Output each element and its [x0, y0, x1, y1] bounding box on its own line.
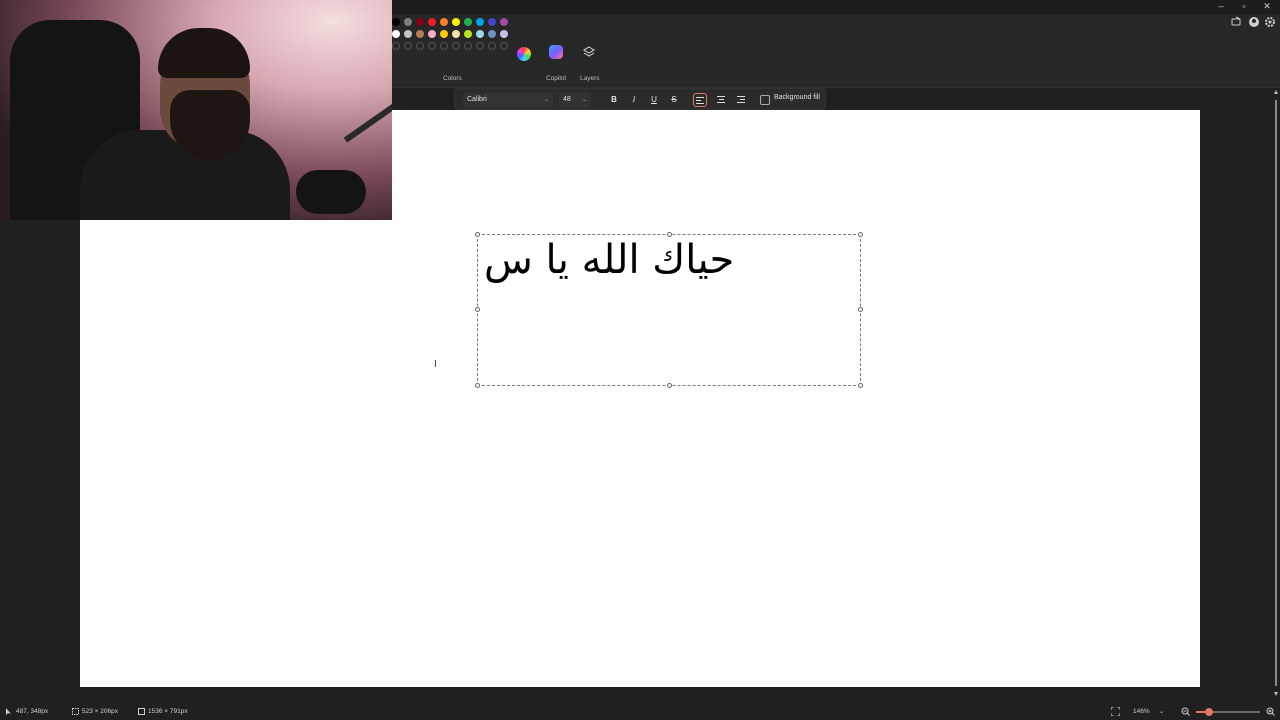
layers-group-label: Layers: [580, 75, 600, 82]
copilot-icon[interactable]: [549, 45, 563, 59]
color-swatch[interactable]: [452, 30, 460, 38]
font-size-select[interactable]: 48 ⌄: [559, 93, 591, 107]
resize-handle-bottom-right[interactable]: [858, 383, 863, 388]
minimize-button[interactable]: –: [1210, 0, 1232, 12]
text-cursor-icon: I: [434, 359, 437, 370]
chevron-down-icon: ⌄: [581, 97, 587, 103]
italic-button[interactable]: I: [627, 93, 641, 107]
color-swatch[interactable]: [488, 30, 496, 38]
resize-handle-bottom-left[interactable]: [475, 383, 480, 388]
color-swatch[interactable]: [392, 18, 400, 26]
background-fill-label: Background fill: [774, 94, 820, 101]
color-swatch[interactable]: [500, 18, 508, 26]
status-bar: 487, 348px 523 × 206px 1536 × 791px 146%…: [0, 702, 1280, 720]
color-swatch[interactable]: [488, 18, 496, 26]
custom-color-slot[interactable]: [428, 42, 436, 50]
zoom-slider[interactable]: [1196, 708, 1260, 716]
webcam-mic-arm: [343, 103, 392, 143]
color-swatch[interactable]: [416, 18, 424, 26]
color-swatch[interactable]: [392, 30, 400, 38]
color-swatch[interactable]: [476, 30, 484, 38]
edit-colors-icon[interactable]: [517, 47, 531, 61]
custom-color-slot[interactable]: [392, 42, 400, 50]
color-swatch[interactable]: [404, 30, 412, 38]
color-swatch[interactable]: [464, 18, 472, 26]
color-swatch[interactable]: [440, 18, 448, 26]
custom-color-slot[interactable]: [476, 42, 484, 50]
maximize-button[interactable]: ▫: [1233, 0, 1255, 12]
custom-color-slot[interactable]: [404, 42, 412, 50]
custom-color-slot[interactable]: [488, 42, 496, 50]
bold-button[interactable]: B: [607, 93, 621, 107]
color-swatch[interactable]: [464, 30, 472, 38]
custom-color-slot[interactable]: [452, 42, 460, 50]
underline-button[interactable]: U: [647, 93, 661, 107]
zoom-in-icon[interactable]: [1266, 707, 1275, 716]
background-fill-checkbox[interactable]: [760, 95, 770, 105]
align-right-icon: [737, 96, 745, 103]
strikethrough-button[interactable]: S: [667, 93, 681, 107]
webcam-microphone: [296, 170, 366, 214]
align-center-button[interactable]: [714, 93, 728, 107]
resize-handle-top[interactable]: [667, 232, 672, 237]
color-swatch[interactable]: [440, 30, 448, 38]
text-box[interactable]: حياك الله يا س: [475, 232, 863, 388]
color-swatch[interactable]: [500, 30, 508, 38]
fit-to-window-icon[interactable]: [1111, 707, 1120, 716]
zoom-level-select[interactable]: 146%: [1133, 708, 1150, 715]
canvas-size: 1536 × 791px: [148, 708, 188, 715]
zoom-out-icon[interactable]: [1181, 707, 1190, 716]
font-family-select[interactable]: Calibri ⌄: [463, 93, 553, 107]
zoom-slider-thumb[interactable]: [1204, 708, 1213, 716]
color-swatch[interactable]: [428, 30, 436, 38]
color-swatch[interactable]: [476, 18, 484, 26]
cursor-position: 487, 348px: [16, 708, 49, 715]
text-box-content[interactable]: حياك الله يا س: [484, 237, 734, 283]
chevron-down-icon: ⌄: [1159, 709, 1165, 715]
selection-icon: [72, 708, 79, 715]
copilot-group-label: Copilot: [546, 75, 567, 82]
chevron-down-icon: ⌄: [543, 97, 549, 103]
layers-icon[interactable]: [582, 45, 596, 59]
align-left-button[interactable]: [693, 93, 707, 107]
resize-handle-left[interactable]: [475, 307, 480, 312]
settings-gear-icon[interactable]: [1264, 16, 1276, 28]
align-center-icon: [717, 96, 725, 103]
color-swatch[interactable]: [416, 30, 424, 38]
font-family-value: Calibri: [467, 96, 487, 103]
resize-handle-top-right[interactable]: [858, 232, 863, 237]
text-format-toolbar: Calibri ⌄ 48 ⌄ B I U S Background fill: [454, 88, 826, 110]
align-right-button[interactable]: [734, 93, 748, 107]
share-icon[interactable]: [1230, 16, 1242, 28]
custom-color-slot[interactable]: [464, 42, 472, 50]
close-button[interactable]: ✕: [1256, 0, 1278, 12]
resize-handle-bottom[interactable]: [667, 383, 672, 388]
font-size-value: 48: [563, 96, 571, 103]
color-swatch[interactable]: [428, 18, 436, 26]
canvas-size-icon: [138, 708, 145, 715]
color-swatch[interactable]: [404, 18, 412, 26]
selection-size: 523 × 206px: [82, 708, 118, 715]
resize-handle-right[interactable]: [858, 307, 863, 312]
pointer-icon: [6, 708, 11, 715]
custom-color-slot[interactable]: [500, 42, 508, 50]
colors-group-label: Colors: [443, 75, 462, 82]
vertical-scrollbar[interactable]: [1272, 88, 1280, 700]
custom-color-slot[interactable]: [440, 42, 448, 50]
paint-app: – ▫ ✕ Colors Copilot Layers Calibri ⌄ 48…: [0, 0, 1280, 720]
resize-handle-top-left[interactable]: [475, 232, 480, 237]
account-icon[interactable]: [1248, 16, 1260, 28]
custom-color-slot[interactable]: [416, 42, 424, 50]
align-left-icon: [696, 97, 704, 104]
color-swatch[interactable]: [452, 18, 460, 26]
webcam-overlay: [0, 0, 392, 220]
webcam-person-hair: [158, 28, 250, 78]
